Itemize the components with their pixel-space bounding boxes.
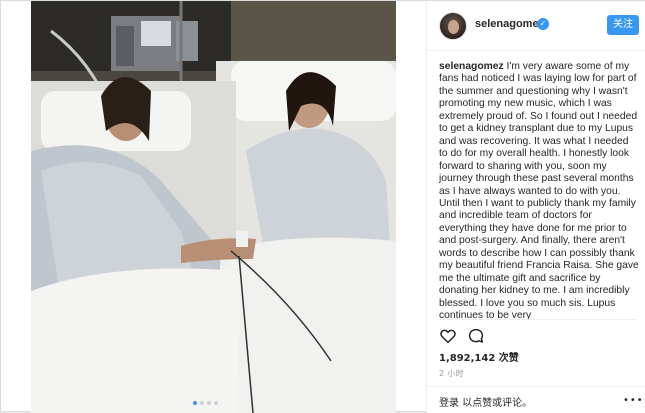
carousel-dot[interactable] bbox=[200, 401, 204, 405]
carousel-dot[interactable] bbox=[193, 401, 197, 405]
verified-badge-icon: ✓ bbox=[537, 18, 549, 30]
avatar[interactable] bbox=[439, 12, 467, 40]
more-options-icon[interactable]: ••• bbox=[623, 395, 644, 406]
comment-bar: 登录 以点赞或评论。 ••• bbox=[427, 386, 645, 413]
follow-button[interactable]: 关注 bbox=[607, 15, 639, 35]
avatar-face bbox=[448, 20, 459, 34]
post-time[interactable]: 2 小时 bbox=[439, 368, 464, 379]
instagram-post-frame: selenagomez ✓ 关注 selenagomez I'm very aw… bbox=[0, 0, 645, 413]
post-sidebar: selenagomez ✓ 关注 selenagomez I'm very aw… bbox=[426, 1, 645, 413]
caption-text: I'm very aware some of my fans had notic… bbox=[439, 61, 639, 319]
caption: selenagomez I'm very aware some of my fa… bbox=[439, 61, 639, 319]
username-link[interactable]: selenagomez bbox=[475, 18, 544, 30]
comment-icon[interactable] bbox=[467, 327, 485, 345]
caption-username[interactable]: selenagomez bbox=[439, 61, 504, 72]
post-header: selenagomez ✓ 关注 bbox=[427, 1, 645, 51]
carousel-dot[interactable] bbox=[207, 401, 211, 405]
heart-icon[interactable] bbox=[439, 327, 457, 345]
hospital-photo bbox=[31, 1, 396, 413]
like-count[interactable]: 1,892,142 次赞 bbox=[439, 349, 519, 364]
post-photo[interactable] bbox=[31, 1, 396, 413]
login-prompt[interactable]: 登录 以点赞或评论。 bbox=[439, 394, 532, 409]
carousel-dot[interactable] bbox=[214, 401, 218, 405]
divider bbox=[439, 319, 637, 320]
